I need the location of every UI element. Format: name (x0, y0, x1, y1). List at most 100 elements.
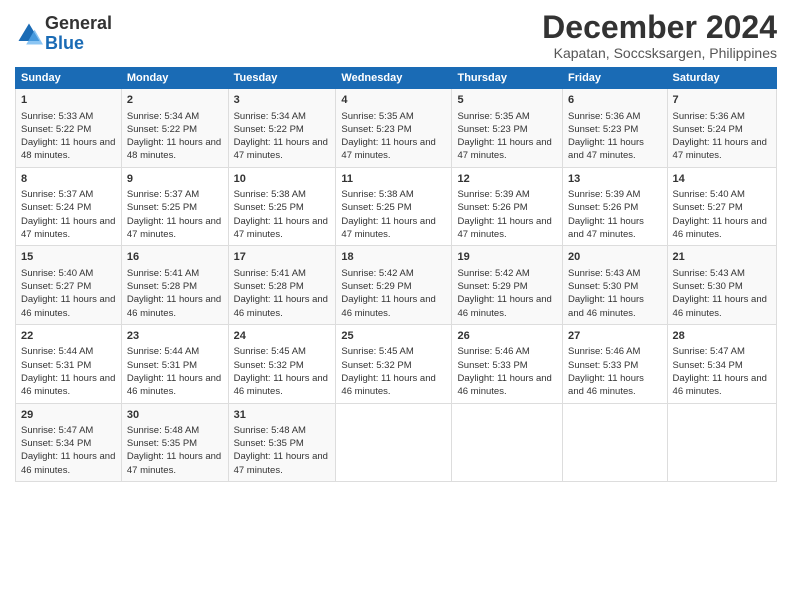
sunset: Sunset: 5:27 PM (21, 281, 91, 292)
day-number: 28 (673, 329, 771, 344)
daylight: Daylight: 11 hours and 47 minutes. (341, 216, 435, 240)
calendar-cell: 17Sunrise: 5:41 AMSunset: 5:28 PMDayligh… (228, 246, 336, 325)
calendar-cell (452, 403, 563, 482)
sunrise: Sunrise: 5:35 AM (457, 111, 529, 122)
sunset: Sunset: 5:28 PM (234, 281, 304, 292)
daylight: Daylight: 11 hours and 47 minutes. (127, 451, 221, 475)
day-number: 16 (127, 250, 223, 265)
sunset: Sunset: 5:34 PM (21, 438, 91, 449)
sunset: Sunset: 5:24 PM (673, 124, 743, 135)
day-number: 7 (673, 93, 771, 108)
daylight: Daylight: 11 hours and 47 minutes. (457, 137, 551, 161)
calendar-cell: 27Sunrise: 5:46 AMSunset: 5:33 PMDayligh… (563, 324, 668, 403)
calendar-cell: 7Sunrise: 5:36 AMSunset: 5:24 PMDaylight… (667, 89, 776, 168)
calendar-cell (336, 403, 452, 482)
calendar-cell: 5Sunrise: 5:35 AMSunset: 5:23 PMDaylight… (452, 89, 563, 168)
calendar-cell: 6Sunrise: 5:36 AMSunset: 5:23 PMDaylight… (563, 89, 668, 168)
col-thursday: Thursday (452, 68, 563, 89)
calendar-cell: 11 Sunrise: 5:38 AM Sunset: 5:25 PM Dayligh… (336, 167, 452, 246)
page: General Blue December 2024 Kapatan, Socc… (0, 0, 792, 612)
sunrise: Sunrise: 5:45 AM (234, 346, 306, 357)
sunset: Sunset: 5:25 PM (341, 202, 411, 213)
sunrise: Sunrise: 5:42 AM (341, 268, 413, 279)
sunrise: Sunrise: 5:46 AM (457, 346, 529, 357)
daylight: Daylight: 11 hours and 46 minutes. (673, 216, 767, 240)
calendar-cell: 9Sunrise: 5:37 AMSunset: 5:25 PMDaylight… (121, 167, 228, 246)
sunrise: Sunrise: 5:42 AM (457, 268, 529, 279)
sunset: Sunset: 5:22 PM (234, 124, 304, 135)
day-number: 18 (341, 250, 446, 265)
calendar-cell: 4Sunrise: 5:35 AMSunset: 5:23 PMDaylight… (336, 89, 452, 168)
sunrise: Sunrise: 5:41 AM (234, 268, 306, 279)
sunrise: Sunrise: 5:33 AM (21, 111, 93, 122)
col-sunday: Sunday (16, 68, 122, 89)
calendar-cell: 28Sunrise: 5:47 AMSunset: 5:34 PMDayligh… (667, 324, 776, 403)
day-number: 6 (568, 93, 662, 108)
sunset: Sunset: 5:26 PM (457, 202, 527, 213)
daylight: Daylight: 11 hours and 46 minutes. (341, 294, 435, 318)
calendar-cell: 31Sunrise: 5:48 AMSunset: 5:35 PMDayligh… (228, 403, 336, 482)
calendar-cell: 15Sunrise: 5:40 AMSunset: 5:27 PMDayligh… (16, 246, 122, 325)
day-number: 24 (234, 329, 331, 344)
sunrise: Sunrise: 5:37 AM (127, 189, 199, 200)
day-number: 27 (568, 329, 662, 344)
daylight: Daylight: 11 hours and 46 minutes. (21, 373, 115, 397)
sunrise: Sunrise: 5:34 AM (234, 111, 306, 122)
calendar-cell: 20Sunrise: 5:43 AMSunset: 5:30 PMDayligh… (563, 246, 668, 325)
sunrise: Sunrise: 5:34 AM (127, 111, 199, 122)
col-monday: Monday (121, 68, 228, 89)
day-number: 5 (457, 93, 557, 108)
day-number: 3 (234, 93, 331, 108)
day-number: 21 (673, 250, 771, 265)
day-number: 26 (457, 329, 557, 344)
day-number: 1 (21, 93, 116, 108)
sunrise: Sunrise: 5:38 AM (341, 189, 413, 200)
calendar-cell: 18 Sunrise: 5:42 AM Sunset: 5:29 PM Dayligh… (336, 246, 452, 325)
sunrise: Sunrise: 5:39 AM (457, 189, 529, 200)
calendar-table: Sunday Monday Tuesday Wednesday Thursday… (15, 67, 777, 482)
calendar-cell: 22Sunrise: 5:44 AMSunset: 5:31 PMDayligh… (16, 324, 122, 403)
day-number: 22 (21, 329, 116, 344)
calendar-cell: 24Sunrise: 5:45 AMSunset: 5:32 PMDayligh… (228, 324, 336, 403)
sunset: Sunset: 5:33 PM (457, 360, 527, 371)
sunset: Sunset: 5:25 PM (234, 202, 304, 213)
day-number: 8 (21, 172, 116, 187)
daylight: Daylight: 11 hours and 46 minutes. (673, 373, 767, 397)
calendar-cell: 14Sunrise: 5:40 AMSunset: 5:27 PMDayligh… (667, 167, 776, 246)
calendar-cell: 10Sunrise: 5:38 AMSunset: 5:25 PMDayligh… (228, 167, 336, 246)
main-title: December 2024 (542, 10, 777, 45)
table-row: 22 Sunrise: 5:44 AM Sunset: 5:31 PM Dayligh… (16, 324, 777, 403)
table-row: 29Sunrise: 5:47 AMSunset: 5:34 PMDayligh… (16, 403, 777, 482)
sunset: Sunset: 5:26 PM (568, 202, 638, 213)
col-wednesday: Wednesday (336, 68, 452, 89)
col-friday: Friday (563, 68, 668, 89)
sunset: Sunset: 5:29 PM (341, 281, 411, 292)
daylight: Daylight: 11 hours and 48 minutes. (127, 137, 221, 161)
daylight: Daylight: 11 hours and 46 minutes. (21, 294, 115, 318)
daylight: Daylight: 11 hours and 47 minutes. (234, 137, 328, 161)
day-number: 11 (341, 172, 446, 187)
sunrise: Sunrise: 5:41 AM (127, 268, 199, 279)
day-number: 14 (673, 172, 771, 187)
sunset: Sunset: 5:24 PM (21, 202, 91, 213)
logo: General Blue (15, 14, 112, 54)
sunrise: Sunrise: 5:43 AM (673, 268, 745, 279)
sunset: Sunset: 5:27 PM (673, 202, 743, 213)
daylight: Daylight: 11 hours and 47 minutes. (127, 216, 221, 240)
sunset: Sunset: 5:30 PM (673, 281, 743, 292)
col-saturday: Saturday (667, 68, 776, 89)
daylight: Daylight: 11 hours and 47 minutes. (234, 216, 328, 240)
sunrise: Sunrise: 5:44 AM (127, 346, 199, 357)
calendar-cell: 30Sunrise: 5:48 AMSunset: 5:35 PMDayligh… (121, 403, 228, 482)
day-number: 4 (341, 93, 446, 108)
sunrise: Sunrise: 5:44 AM (21, 346, 93, 357)
sunrise: Sunrise: 5:39 AM (568, 189, 640, 200)
day-number: 30 (127, 408, 223, 423)
sunset: Sunset: 5:31 PM (127, 360, 197, 371)
calendar-cell: 25Sunrise: 5:45 AMSunset: 5:32 PMDayligh… (336, 324, 452, 403)
calendar-cell (667, 403, 776, 482)
sunrise: Sunrise: 5:43 AM (568, 268, 640, 279)
daylight: Daylight: 11 hours and 47 minutes. (21, 216, 115, 240)
calendar-cell: 12Sunrise: 5:39 AMSunset: 5:26 PMDayligh… (452, 167, 563, 246)
calendar-cell: 16Sunrise: 5:41 AMSunset: 5:28 PMDayligh… (121, 246, 228, 325)
